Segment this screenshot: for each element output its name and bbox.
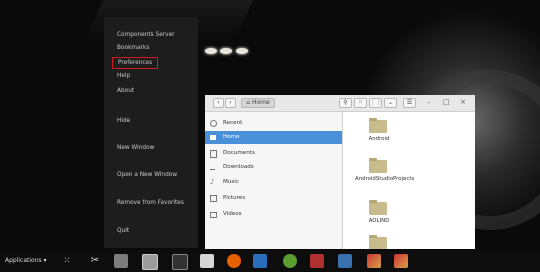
folder-item[interactable]: AOLIND bbox=[365, 199, 397, 235]
close-button[interactable]: × bbox=[460, 98, 466, 106]
sidebar-item-recent[interactable]: Recent bbox=[205, 117, 342, 130]
menu-item-about[interactable]: About bbox=[117, 88, 134, 94]
chevron-down-icon: ⌄ bbox=[387, 99, 394, 106]
menu-item-help[interactable]: Help bbox=[117, 73, 130, 79]
archive-icon[interactable] bbox=[114, 254, 128, 268]
folder-icon bbox=[369, 200, 387, 215]
file-view: Android AndroidStudioProjects AOLIND bbox=[343, 112, 475, 249]
minimize-button[interactable]: – bbox=[427, 98, 431, 106]
sidebar-label: Music bbox=[223, 179, 239, 185]
wallpaper-light bbox=[205, 48, 217, 54]
folder-name: AndroidStudioProjects bbox=[355, 176, 415, 182]
file-manager-sidebar: Recent Home Documents Downloads ♪ Music … bbox=[205, 112, 343, 249]
sidebar-item-downloads[interactable]: Downloads bbox=[205, 161, 342, 174]
grid-view-button[interactable]: ⁙ bbox=[354, 98, 367, 108]
view-options-button[interactable]: ⌄ bbox=[384, 98, 397, 108]
menu-item-open-new-window[interactable]: Open a New Window bbox=[117, 172, 177, 178]
menu-icon: ☰ bbox=[406, 99, 413, 106]
brush-icon[interactable] bbox=[394, 254, 408, 268]
home-icon bbox=[210, 135, 216, 140]
path-home-button[interactable]: ⌂ Home bbox=[241, 98, 275, 108]
folder-icon bbox=[369, 235, 387, 249]
sidebar-item-home[interactable]: Home bbox=[205, 131, 342, 144]
list-view-button[interactable]: ⋮⋮ bbox=[369, 98, 382, 108]
music-icon: ♪ bbox=[210, 178, 215, 186]
sidebar-label: Documents bbox=[223, 150, 255, 156]
file-manager-header: ‹ › ⌂ Home ⚲ ⁙ ⋮⋮ ⌄ ☰ – □ × bbox=[205, 95, 475, 112]
writer-icon[interactable] bbox=[338, 254, 352, 268]
menu-item-quit[interactable]: Quit bbox=[117, 228, 129, 234]
menu-item-remove-favorites[interactable]: Remove from Favorites bbox=[117, 200, 184, 206]
sidebar-item-music[interactable]: ♪ Music bbox=[205, 176, 342, 189]
path-label: Home bbox=[252, 99, 270, 106]
sidebar-item-videos[interactable]: Videos bbox=[205, 208, 342, 221]
sidebar-label: Pictures bbox=[223, 195, 246, 201]
grid-icon[interactable]: ⁙ bbox=[60, 254, 74, 268]
inbox-icon[interactable] bbox=[200, 254, 214, 268]
menu-item-bookmarks[interactable]: Bookmarks bbox=[117, 45, 149, 51]
sidebar-label: Home bbox=[223, 134, 240, 140]
file-manager-window: ‹ › ⌂ Home ⚲ ⁙ ⋮⋮ ⌄ ☰ – □ × Recent Home … bbox=[205, 95, 475, 249]
chevron-right-icon: › bbox=[229, 99, 232, 106]
sidebar-item-pictures[interactable]: Pictures bbox=[205, 192, 342, 205]
download-icon bbox=[210, 164, 215, 170]
applications-menu[interactable]: Applications ▾ bbox=[5, 257, 47, 264]
document-icon[interactable] bbox=[253, 254, 267, 268]
sidebar-item-documents[interactable]: Documents bbox=[205, 147, 342, 160]
sidebar-label: Videos bbox=[223, 211, 242, 217]
wallpaper-light bbox=[220, 48, 232, 54]
back-button[interactable]: ‹ bbox=[213, 98, 224, 108]
picture-icon bbox=[210, 195, 217, 202]
android-icon[interactable] bbox=[283, 254, 297, 268]
menu-item-components-server[interactable]: Components Server bbox=[117, 32, 175, 38]
folder-icon bbox=[369, 158, 387, 173]
maximize-button[interactable]: □ bbox=[443, 98, 450, 106]
dock-context-menu: Components Server Bookmarks Preferences … bbox=[104, 17, 198, 248]
brush-icon[interactable] bbox=[367, 254, 381, 268]
chevron-left-icon: ‹ bbox=[217, 99, 220, 106]
firefox-icon[interactable] bbox=[227, 254, 241, 268]
file-manager-icon[interactable] bbox=[142, 254, 158, 270]
folder-name: AOLIND bbox=[368, 218, 390, 224]
folder-icon bbox=[369, 118, 387, 133]
document-icon bbox=[210, 150, 217, 158]
search-icon: ⚲ bbox=[343, 99, 348, 106]
package-icon[interactable] bbox=[310, 254, 324, 268]
tools-icon[interactable]: ✂ bbox=[88, 254, 102, 268]
grid-icon: ⁙ bbox=[357, 99, 364, 106]
forward-button[interactable]: › bbox=[225, 98, 236, 108]
video-icon bbox=[210, 212, 217, 218]
menu-item-hide[interactable]: Hide bbox=[117, 118, 130, 124]
sidebar-label: Downloads bbox=[223, 164, 254, 170]
sidebar-label: Recent bbox=[223, 120, 243, 126]
menu-button[interactable]: ☰ bbox=[403, 98, 416, 108]
terminal-icon[interactable] bbox=[172, 254, 188, 270]
menu-item-preferences[interactable]: Preferences bbox=[112, 57, 159, 69]
menu-item-new-window[interactable]: New Window bbox=[117, 145, 154, 151]
folder-name: Android bbox=[368, 136, 390, 142]
clock-icon bbox=[210, 120, 217, 127]
folder-item[interactable]: AndroidStudioProjects bbox=[355, 157, 414, 193]
folder-item[interactable] bbox=[365, 234, 397, 249]
list-view-icon: ⋮⋮ bbox=[370, 99, 382, 106]
search-button[interactable]: ⚲ bbox=[339, 98, 352, 108]
wallpaper-light bbox=[236, 48, 248, 54]
folder-item[interactable]: Android bbox=[365, 117, 397, 153]
home-icon: ⌂ bbox=[246, 99, 251, 106]
taskbar: Applications ▾ ⁙ ✂ bbox=[0, 250, 540, 272]
